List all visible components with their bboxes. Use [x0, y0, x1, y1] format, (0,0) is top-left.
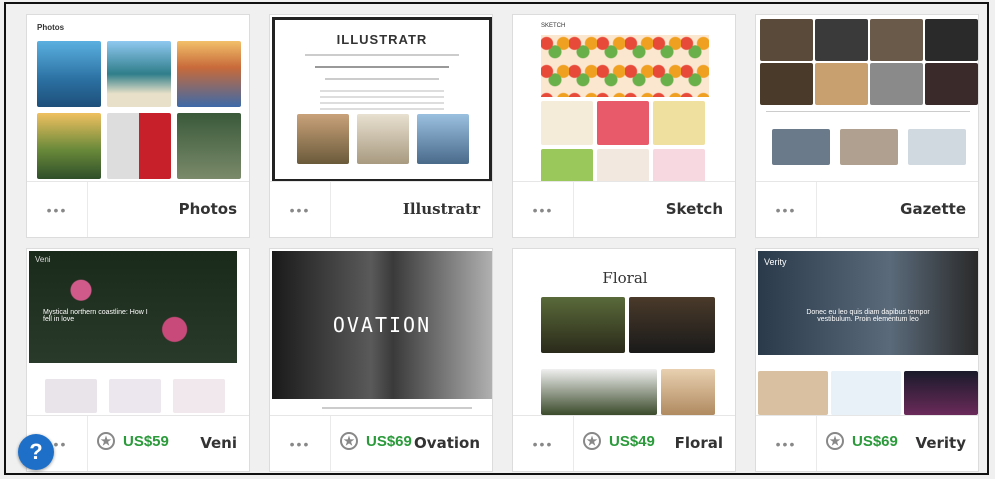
preview-title: Floral: [602, 269, 648, 287]
preview-tile: [815, 63, 868, 105]
more-options-button[interactable]: •••: [513, 416, 574, 471]
star-icon: ★: [340, 432, 358, 450]
preview-title: Verity: [764, 257, 787, 267]
preview-tile: [870, 63, 923, 105]
card-footer: ••• Photos: [27, 181, 249, 237]
preview-caption: Mystical northern coastline: How I fell …: [43, 309, 148, 323]
theme-preview-verity[interactable]: Verity Donec eu leo quis diam dapibus te…: [758, 251, 978, 416]
preview-tile: [772, 129, 830, 165]
card-footer: ••• Sketch: [513, 181, 735, 237]
theme-name[interactable]: Ovation: [414, 434, 480, 452]
preview-tile: [760, 19, 813, 61]
preview-tile: [597, 101, 649, 145]
more-options-button[interactable]: •••: [270, 416, 331, 471]
more-options-button[interactable]: •••: [756, 182, 817, 237]
preview-tile: [597, 149, 649, 182]
card-footer: ••• ★ US$59 Veni: [27, 415, 249, 471]
preview-title: Photos: [37, 23, 65, 32]
price-label: US$69: [366, 432, 412, 450]
theme-preview-floral[interactable]: Floral: [515, 251, 735, 416]
preview-tile: [109, 379, 161, 413]
theme-name[interactable]: Gazette: [900, 200, 966, 218]
theme-name[interactable]: Floral: [675, 434, 723, 452]
theme-preview-photos[interactable]: Photos: [29, 17, 249, 182]
theme-preview-illustratr[interactable]: ILLUSTRATR: [272, 17, 492, 182]
photo-tile: [107, 41, 171, 107]
preview-tile: [831, 371, 901, 415]
preview-tile: [629, 297, 715, 353]
preview-tile: [815, 19, 868, 61]
theme-name[interactable]: Verity: [916, 434, 966, 452]
preview-tile: [541, 297, 625, 353]
theme-card-floral[interactable]: Floral ••• ★ US$49 Floral: [512, 248, 736, 472]
theme-card-gazette[interactable]: ••• Gazette: [755, 14, 979, 238]
preview-tile: [541, 149, 593, 182]
theme-name[interactable]: Illustratr: [403, 200, 480, 218]
preview-tile: [840, 129, 898, 165]
card-footer: ••• ★ US$49 Floral: [513, 415, 735, 471]
theme-card-verity[interactable]: Verity Donec eu leo quis diam dapibus te…: [755, 248, 979, 472]
theme-preview-gazette[interactable]: [758, 17, 978, 182]
theme-card-illustratr[interactable]: ILLUSTRATR ••• Illustratr: [269, 14, 493, 238]
photo-tile: [107, 113, 171, 179]
more-options-button[interactable]: •••: [513, 182, 574, 237]
preview-caption: Donec eu leo quis diam dapibus tempor ve…: [806, 309, 930, 323]
preview-tile: [904, 371, 978, 415]
theme-card-photos[interactable]: Photos ••• Photos: [26, 14, 250, 238]
theme-card-veni[interactable]: Veni Mystical northern coastline: How I …: [26, 248, 250, 472]
preview-tile: [173, 379, 225, 413]
preview-tile: [870, 19, 923, 61]
preview-title: Veni: [35, 255, 51, 264]
preview-tile: [908, 129, 966, 165]
price-tag: ★ US$49: [583, 432, 655, 450]
photo-tile: [37, 41, 101, 107]
theme-name[interactable]: Sketch: [666, 200, 723, 218]
more-options-button[interactable]: •••: [270, 182, 331, 237]
card-footer: ••• Gazette: [756, 181, 978, 237]
help-button[interactable]: ?: [18, 434, 54, 470]
preview-tile: [541, 101, 593, 145]
preview-tile: [45, 379, 97, 413]
star-icon: ★: [583, 432, 601, 450]
photo-tile: [177, 41, 241, 107]
theme-preview-ovation[interactable]: OVATION: [272, 251, 492, 416]
preview-tile: [925, 63, 978, 105]
preview-tile: [661, 369, 715, 415]
star-icon: ★: [826, 432, 844, 450]
preview-title: ILLUSTRATR: [336, 32, 428, 47]
photo-tile: [177, 113, 241, 179]
card-footer: ••• ★ US$69 Ovation: [270, 415, 492, 471]
price-label: US$69: [852, 432, 898, 450]
more-options-button[interactable]: •••: [27, 182, 88, 237]
more-options-button[interactable]: •••: [756, 416, 817, 471]
theme-name[interactable]: Veni: [200, 434, 237, 452]
preview-tile: [357, 114, 409, 164]
preview-tile: [758, 371, 828, 415]
preview-tile: [541, 369, 657, 415]
theme-grid: Photos ••• Photos ILLUSTRATR ••• Illustr…: [4, 2, 989, 475]
preview-title: SKETCH: [541, 23, 566, 29]
theme-card-sketch[interactable]: SKETCH ••• Sketch: [512, 14, 736, 238]
preview-tile: [297, 114, 349, 164]
theme-card-ovation[interactable]: OVATION ••• ★ US$69 Ovation: [269, 248, 493, 472]
preview-tile: [417, 114, 469, 164]
theme-preview-sketch[interactable]: SKETCH: [515, 17, 735, 182]
star-icon: ★: [97, 432, 115, 450]
price-tag: ★ US$69: [826, 432, 898, 450]
photo-tile: [37, 113, 101, 179]
preview-tile: [760, 63, 813, 105]
preview-title: OVATION: [332, 313, 432, 337]
preview-tile: [925, 19, 978, 61]
preview-tile: [653, 101, 705, 145]
card-footer: ••• Illustratr: [270, 181, 492, 237]
price-label: US$49: [609, 432, 655, 450]
card-footer: ••• ★ US$69 Verity: [756, 415, 978, 471]
price-tag: ★ US$69: [340, 432, 412, 450]
price-label: US$59: [123, 432, 169, 450]
theme-name[interactable]: Photos: [179, 200, 237, 218]
price-tag: ★ US$59: [97, 432, 169, 450]
preview-tile: [653, 149, 705, 182]
theme-preview-veni[interactable]: Veni Mystical northern coastline: How I …: [29, 251, 249, 416]
